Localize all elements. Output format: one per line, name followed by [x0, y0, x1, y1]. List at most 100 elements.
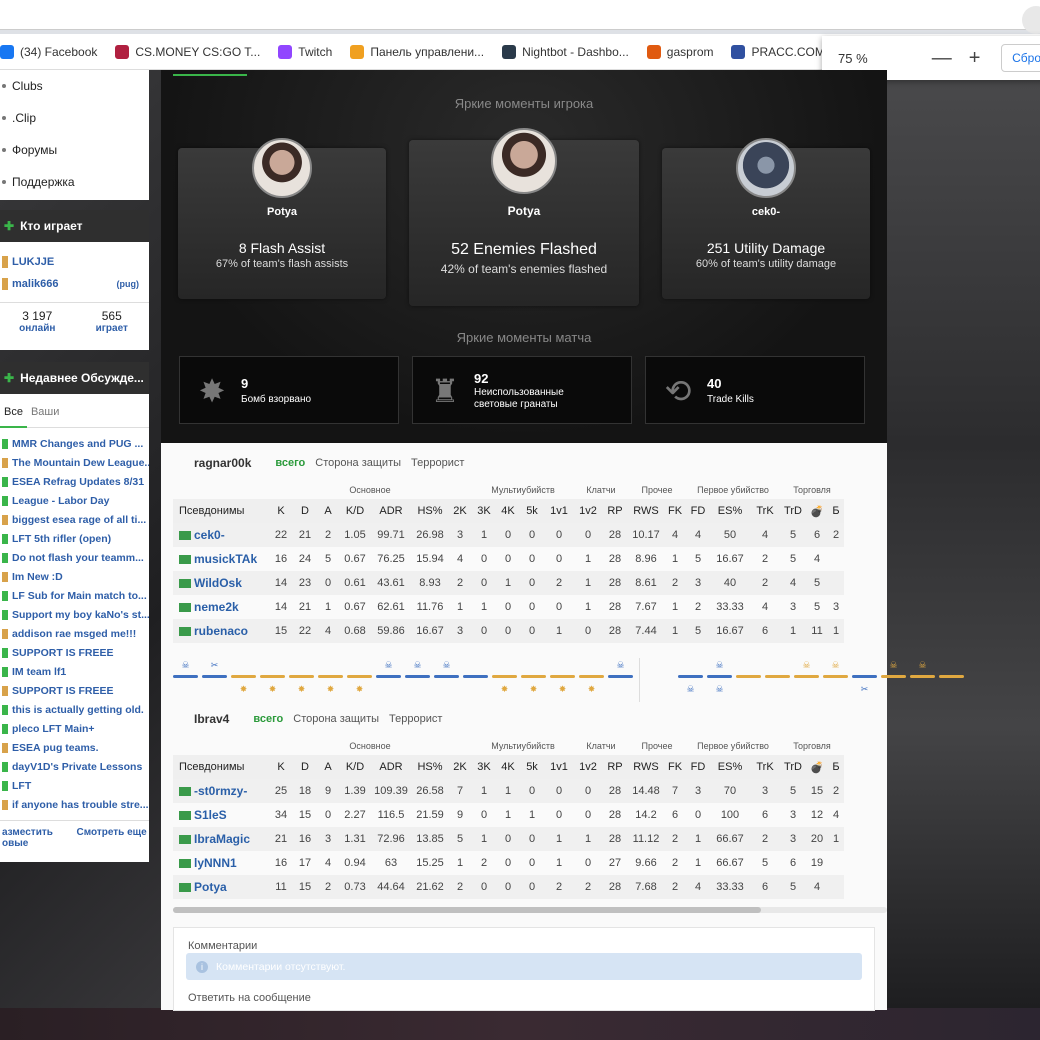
column-header[interactable]: K [268, 755, 294, 779]
avatar[interactable] [252, 138, 312, 198]
discussion-item[interactable]: IM team lf1 [0, 662, 149, 681]
bookmark-item[interactable]: Twitch [278, 44, 332, 59]
avatar[interactable] [736, 138, 796, 198]
player-link[interactable]: IbraMagic [173, 827, 268, 851]
reply-link[interactable]: Ответить на сообщение [188, 992, 311, 1004]
round-bar[interactable] [231, 675, 256, 678]
post-new-link[interactable]: азместить овые [0, 827, 75, 849]
discussion-item[interactable]: ESEA pug teams. [0, 738, 149, 757]
player-link[interactable]: cek0- [173, 523, 268, 547]
column-header[interactable]: D [294, 755, 316, 779]
column-header[interactable]: 2K [448, 755, 472, 779]
column-header[interactable]: 💣 [806, 755, 828, 779]
bookmark-item[interactable]: PRACC.COM - [731, 44, 832, 59]
column-header[interactable]: FD [686, 755, 710, 779]
round-bar[interactable] [434, 675, 459, 678]
round-bar[interactable] [608, 675, 633, 678]
round-bar[interactable] [765, 675, 790, 678]
column-header[interactable]: RWS [628, 755, 664, 779]
discussion-item[interactable]: The Mountain Dew League... [0, 453, 149, 472]
filter-ct[interactable]: Сторона защиты [293, 713, 379, 725]
see-more-link[interactable]: Смотреть еще [75, 827, 150, 849]
round-bar[interactable] [550, 675, 575, 678]
profile-icon[interactable] [1022, 6, 1040, 34]
column-header[interactable]: Псевдонимы [173, 499, 268, 523]
column-header[interactable]: 1v2 [574, 499, 602, 523]
column-header[interactable]: RP [602, 755, 628, 779]
column-header[interactable]: FK [664, 755, 686, 779]
column-header[interactable]: 1v2 [574, 755, 602, 779]
round-bar[interactable] [405, 675, 430, 678]
zoom-reset-button[interactable]: Сбро [1001, 44, 1040, 72]
round-bar[interactable] [289, 675, 314, 678]
round-bar[interactable] [579, 675, 604, 678]
column-header[interactable]: K/D [340, 755, 370, 779]
column-header[interactable]: TrD [780, 755, 806, 779]
player-link[interactable]: lyNNN1 [173, 851, 268, 875]
tab-all[interactable]: Все [0, 406, 27, 428]
round-bar[interactable] [823, 675, 848, 678]
player-link[interactable]: rubenaco [173, 619, 268, 643]
column-header[interactable]: Псевдонимы [173, 755, 268, 779]
column-header[interactable]: K/D [340, 499, 370, 523]
round-bar[interactable] [881, 675, 906, 678]
round-bar[interactable] [347, 675, 372, 678]
discussion-item[interactable]: Do not flash your teamm... [0, 548, 149, 567]
playing-label[interactable]: играет [75, 323, 150, 334]
column-header[interactable]: HS% [412, 755, 448, 779]
column-header[interactable]: FD [686, 499, 710, 523]
tab-mine[interactable]: Ваши [27, 406, 63, 427]
player-link[interactable]: WildOsk [173, 571, 268, 595]
bookmark-item[interactable]: (34) Facebook [0, 44, 97, 59]
round-bar[interactable] [521, 675, 546, 678]
round-bar[interactable] [492, 675, 517, 678]
sidebar-item[interactable]: Форумы [0, 134, 149, 166]
bookmark-item[interactable]: gasprom [646, 44, 713, 59]
column-header[interactable]: K [268, 499, 294, 523]
column-header[interactable]: D [294, 499, 316, 523]
online-player[interactable]: LUKJJE [0, 250, 149, 272]
column-header[interactable]: 💣 [806, 499, 828, 523]
discussion-item[interactable]: SUPPORT IS FREEE [0, 681, 149, 700]
column-header[interactable]: Б [828, 755, 844, 779]
column-header[interactable]: A [316, 499, 340, 523]
column-header[interactable]: 5k [520, 755, 544, 779]
column-header[interactable]: TrK [750, 755, 780, 779]
column-header[interactable]: 3K [472, 499, 496, 523]
discussion-item[interactable]: pleco LFT Main+ [0, 719, 149, 738]
discussion-item[interactable]: dayV1D's Private Lessons [0, 757, 149, 776]
discussion-item[interactable]: SUPPORT IS FREEE [0, 643, 149, 662]
avatar[interactable] [491, 128, 557, 194]
column-header[interactable]: A [316, 755, 340, 779]
round-bar[interactable] [202, 675, 227, 678]
round-bar[interactable] [678, 675, 703, 678]
column-header[interactable]: 1v1 [544, 499, 574, 523]
column-header[interactable]: 4K [496, 755, 520, 779]
zoom-out-button[interactable]: — [925, 47, 958, 70]
column-header[interactable]: Б [828, 499, 844, 523]
column-header[interactable]: TrD [780, 499, 806, 523]
round-bar[interactable] [910, 675, 935, 678]
round-bar[interactable] [707, 675, 732, 678]
column-header[interactable]: ADR [370, 755, 412, 779]
round-bar[interactable] [318, 675, 343, 678]
round-bar[interactable] [852, 675, 877, 678]
highlight-player-name[interactable]: Potya [178, 206, 386, 218]
highlight-player-name[interactable]: cek0- [662, 206, 870, 218]
column-header[interactable]: 2K [448, 499, 472, 523]
column-header[interactable]: TrK [750, 499, 780, 523]
round-bar[interactable] [376, 675, 401, 678]
column-header[interactable]: FK [664, 499, 686, 523]
round-bar[interactable] [173, 675, 198, 678]
discussion-item[interactable]: LF Sub for Main match to... [0, 586, 149, 605]
discussion-item[interactable]: League - Labor Day [0, 491, 149, 510]
column-header[interactable]: HS% [412, 499, 448, 523]
discussion-item[interactable]: LFT [0, 776, 149, 795]
round-bar[interactable] [794, 675, 819, 678]
column-header[interactable]: ADR [370, 499, 412, 523]
player-link[interactable]: S1leS [173, 803, 268, 827]
column-header[interactable]: RWS [628, 499, 664, 523]
filter-t[interactable]: Террорист [389, 713, 442, 725]
player-link[interactable]: neme2k [173, 595, 268, 619]
player-link[interactable]: Potya [173, 875, 268, 899]
